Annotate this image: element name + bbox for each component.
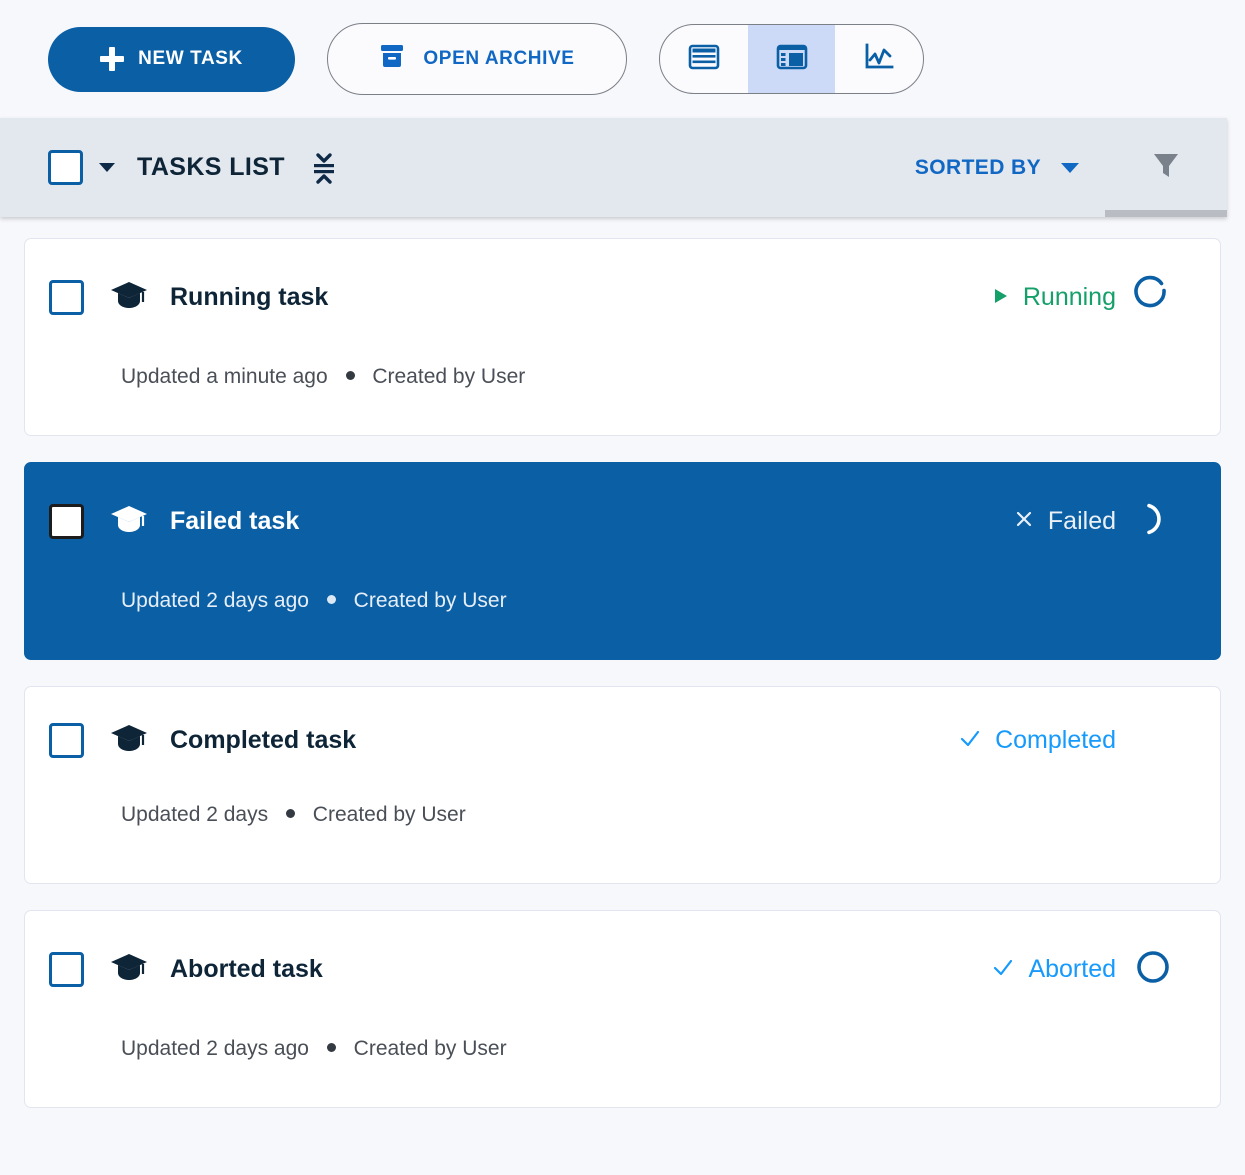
task-meta: Updated 2 days ago Created by User xyxy=(25,1037,1220,1061)
meta-separator-dot xyxy=(327,595,336,604)
graduation-cap-icon xyxy=(110,952,148,987)
spinner-arc-icon xyxy=(1133,275,1173,320)
select-all-checkbox[interactable] xyxy=(48,150,83,185)
archive-box-icon xyxy=(379,43,405,75)
task-title: Completed task xyxy=(170,726,356,755)
tasks-list-header: TASKS LIST SORTED BY xyxy=(0,118,1227,217)
task-status-area: Running xyxy=(993,275,1220,320)
status-label: Running xyxy=(1023,283,1116,312)
task-spinner-slot xyxy=(1116,275,1190,320)
task-created-by: Created by User xyxy=(354,1037,507,1060)
task-checkbox[interactable] xyxy=(49,723,84,758)
graduation-cap-icon xyxy=(110,280,148,315)
status-badge: Running xyxy=(993,283,1116,312)
task-checkbox[interactable] xyxy=(49,280,84,315)
cross-icon xyxy=(1014,507,1034,536)
line-chart-icon xyxy=(862,42,896,77)
task-created-by: Created by User xyxy=(354,589,507,612)
view-mode-chart-button[interactable] xyxy=(835,25,923,93)
task-spinner-slot xyxy=(1116,947,1190,992)
spinner-arc-icon xyxy=(1133,499,1173,544)
task-card[interactable]: Running task Running Updat xyxy=(24,238,1221,436)
status-badge: Completed xyxy=(959,726,1116,755)
task-status-area: Aborted xyxy=(992,947,1220,992)
task-card[interactable]: Failed task Failed xyxy=(24,462,1221,660)
horizontal-scrollbar[interactable] xyxy=(1105,210,1227,217)
status-label: Failed xyxy=(1048,507,1116,536)
task-status-area: Completed xyxy=(959,726,1220,755)
task-updated: Updated 2 days ago xyxy=(121,589,309,612)
table-rows-icon xyxy=(687,42,721,77)
task-title: Running task xyxy=(170,283,328,312)
top-toolbar: NEW TASK OPEN ARCHIVE xyxy=(0,0,1245,118)
task-checkbox[interactable] xyxy=(49,952,84,987)
task-card[interactable]: Aborted task Aborted xyxy=(24,910,1221,1108)
task-updated: Updated a minute ago xyxy=(121,365,328,388)
page-title: TASKS LIST xyxy=(137,153,285,182)
sorted-by-chevron-down-icon[interactable] xyxy=(1061,163,1079,173)
meta-separator-dot xyxy=(327,1043,336,1052)
meta-separator-dot xyxy=(346,371,355,380)
list-header-left: TASKS LIST xyxy=(0,150,337,185)
task-status-area: Failed xyxy=(1014,499,1220,544)
graduation-cap-icon xyxy=(110,723,148,758)
graduation-cap-icon xyxy=(110,504,148,539)
list-header-right: SORTED BY xyxy=(915,149,1227,186)
task-card-main-row: Failed task Failed xyxy=(25,499,1220,544)
task-updated: Updated 2 days xyxy=(121,803,268,826)
task-spinner-slot xyxy=(1116,499,1190,544)
task-meta: Updated 2 days ago Created by User xyxy=(25,589,1220,613)
check-icon xyxy=(992,955,1014,984)
task-title: Aborted task xyxy=(170,955,323,984)
status-label: Completed xyxy=(995,726,1116,755)
task-created-by: Created by User xyxy=(372,365,525,388)
open-archive-button[interactable]: OPEN ARCHIVE xyxy=(327,23,627,95)
circle-ring-icon xyxy=(1133,947,1173,992)
view-mode-table-button[interactable] xyxy=(660,25,748,93)
task-title: Failed task xyxy=(170,507,299,536)
play-triangle-icon xyxy=(993,283,1009,312)
task-updated: Updated 2 days ago xyxy=(121,1037,309,1060)
select-all-dropdown-chevron-icon[interactable] xyxy=(99,163,115,172)
status-badge: Failed xyxy=(1014,507,1116,536)
sorted-by-button[interactable]: SORTED BY xyxy=(915,156,1041,180)
new-task-label: NEW TASK xyxy=(138,48,243,70)
task-card[interactable]: Completed task Completed Updated 2 days … xyxy=(24,686,1221,884)
task-meta: Updated a minute ago Created by User xyxy=(25,365,1220,389)
view-mode-split-button[interactable] xyxy=(748,25,836,93)
plus-icon xyxy=(100,47,124,71)
filter-funnel-icon[interactable] xyxy=(1151,149,1181,186)
task-meta: Updated 2 days Created by User xyxy=(25,803,1220,827)
tasks-list: Running task Running Updat xyxy=(0,217,1245,1108)
task-card-main-row: Aborted task Aborted xyxy=(25,947,1220,992)
view-mode-toggle-group xyxy=(659,24,924,94)
status-label: Aborted xyxy=(1028,955,1116,984)
collapse-expand-icon[interactable] xyxy=(311,151,337,185)
task-card-main-row: Completed task Completed xyxy=(25,723,1220,758)
split-panel-icon xyxy=(775,42,809,77)
task-checkbox[interactable] xyxy=(49,504,84,539)
meta-separator-dot xyxy=(286,809,295,818)
task-created-by: Created by User xyxy=(313,803,466,826)
check-icon xyxy=(959,726,981,755)
task-card-main-row: Running task Running xyxy=(25,275,1220,320)
status-badge: Aborted xyxy=(992,955,1116,984)
open-archive-label: OPEN ARCHIVE xyxy=(423,48,574,70)
new-task-button[interactable]: NEW TASK xyxy=(48,27,295,92)
